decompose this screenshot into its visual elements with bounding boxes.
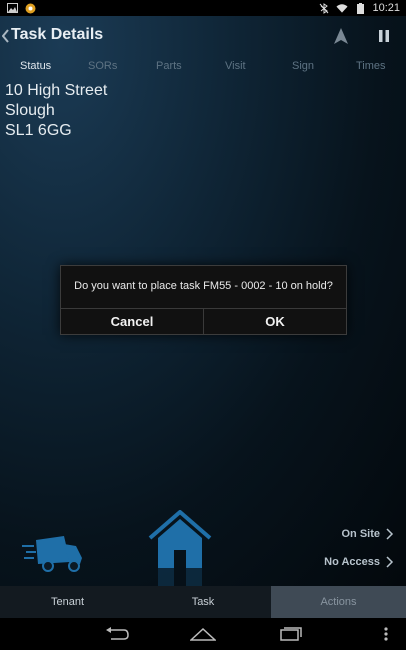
task-tabs: Status SORs Parts Visit Sign Times (0, 58, 406, 76)
pause-icon[interactable] (377, 29, 391, 43)
bottom-tab-bar: Tenant Task Actions (0, 586, 406, 618)
status-bar: 10:21 (0, 0, 406, 16)
tab-visit[interactable]: Visit (225, 60, 246, 72)
system-nav-bar (0, 618, 406, 650)
cancel-button[interactable]: Cancel (61, 309, 203, 334)
house-icon[interactable] (148, 509, 212, 570)
dialog-message: Do you want to place task FM55 - 0002 - … (74, 280, 333, 292)
status-time: 10:21 (372, 2, 400, 14)
address-postcode: SL1 6GG (5, 122, 72, 139)
battery-icon (354, 2, 366, 14)
tab-sors[interactable]: SORs (88, 60, 117, 72)
image-notification-icon (6, 3, 18, 14)
delivery-truck-icon[interactable] (20, 534, 84, 574)
tab-task[interactable]: Task (135, 586, 271, 618)
home-icon[interactable] (188, 624, 218, 644)
tab-times[interactable]: Times (356, 60, 386, 72)
house-reflection (148, 568, 212, 586)
no-access-action[interactable]: No Access (324, 556, 394, 568)
on-site-action[interactable]: On Site (341, 528, 394, 540)
navigation-arrow-icon[interactable] (332, 27, 350, 45)
ok-button[interactable]: OK (204, 309, 346, 334)
recent-apps-icon[interactable] (276, 624, 306, 644)
task-address: 10 High Street Slough SL1 6GG (5, 81, 107, 141)
tab-status[interactable]: Status (20, 60, 51, 72)
tab-sign[interactable]: Sign (292, 60, 314, 72)
on-hold-dialog: Do you want to place task FM55 - 0002 - … (60, 265, 347, 335)
bluetooth-off-icon (318, 2, 330, 14)
overflow-menu-icon[interactable] (374, 624, 398, 644)
tab-actions[interactable]: Actions (271, 586, 406, 618)
no-access-label: No Access (324, 556, 380, 568)
chevron-right-icon (386, 556, 394, 568)
back-icon[interactable] (102, 624, 132, 644)
tab-tenant[interactable]: Tenant (0, 586, 135, 618)
on-site-label: On Site (341, 528, 380, 540)
chevron-right-icon (386, 528, 394, 540)
page-title: Task Details (11, 26, 104, 43)
action-bar: Task Details (0, 16, 406, 56)
address-line-1: 10 High Street (5, 82, 108, 99)
chevron-left-icon[interactable] (1, 27, 11, 45)
app-notification-icon (24, 3, 36, 14)
tab-parts[interactable]: Parts (156, 60, 182, 72)
wifi-icon (336, 3, 349, 14)
address-line-2: Slough (5, 102, 55, 119)
